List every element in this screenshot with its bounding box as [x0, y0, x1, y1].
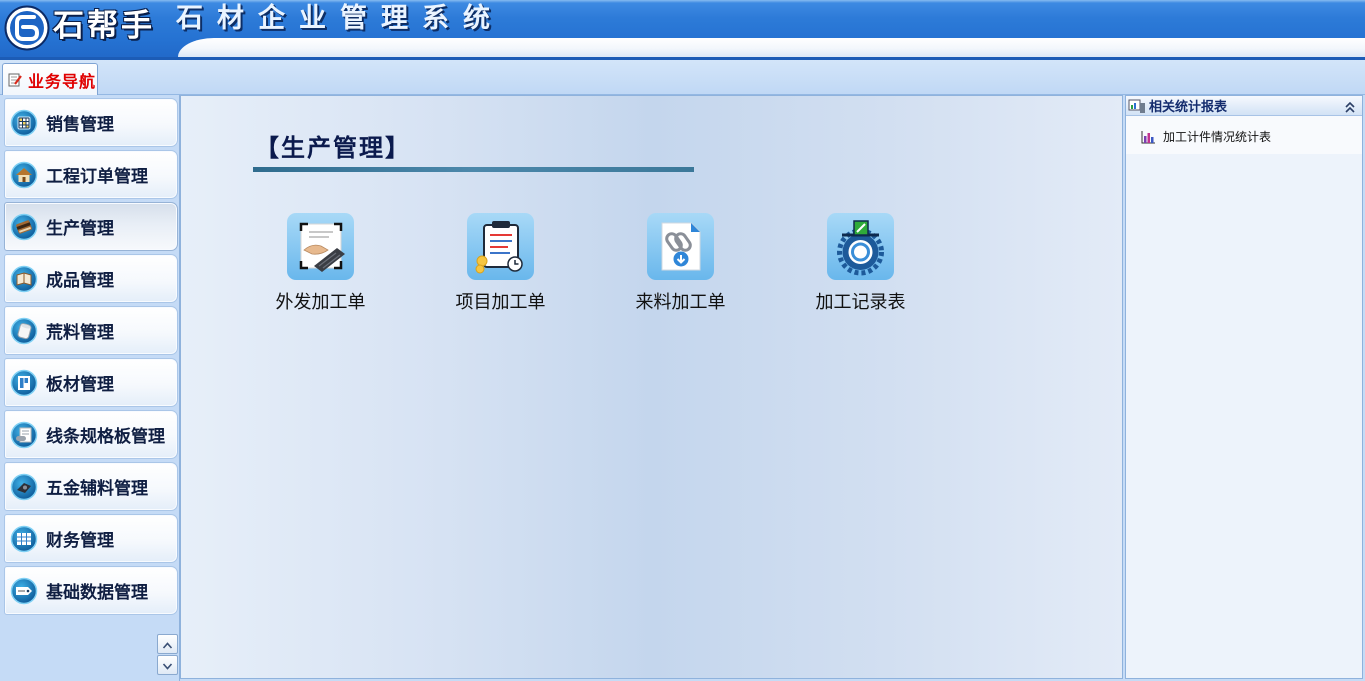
production-icon: [10, 213, 38, 241]
sidebar-item-project-orders[interactable]: 工程订单管理: [4, 150, 178, 199]
sidebar-scroll-up-button[interactable]: [157, 634, 178, 654]
shortcut-label: 项目加工单: [455, 292, 546, 313]
processing-record-icon: [827, 213, 894, 280]
sidebar-item-finished-goods[interactable]: 成品管理: [4, 254, 178, 303]
shortcut-label: 外发加工单: [275, 292, 366, 313]
tab-bar: 业务导航: [0, 60, 1365, 95]
app-window: 石帮手 石材企业管理系统 业务导航 销售管理 工程订单管理 生产管理 成品管理 …: [0, 0, 1365, 681]
title-underline: [253, 167, 694, 172]
outsource-processing-icon: [287, 213, 354, 280]
sidebar-item-label: 基础数据管理: [46, 583, 148, 603]
sidebar-item-mouldings[interactable]: 线条规格板管理: [4, 410, 178, 459]
sidebar-item-slabs[interactable]: 板材管理: [4, 358, 178, 407]
moulding-icon: [10, 421, 38, 449]
shortcut-incoming-processing[interactable]: 来料加工单: [620, 213, 741, 314]
basic-data-icon: [10, 577, 38, 605]
sidebar-item-label: 销售管理: [46, 115, 114, 135]
report-group-icon: [1128, 98, 1146, 114]
related-reports-panel: 相关统计报表 加工计件情况统计表: [1125, 95, 1363, 679]
sidebar: 销售管理 工程订单管理 生产管理 成品管理 荒料管理 板材管理 线条规格板管理 …: [0, 95, 180, 681]
bar-chart-icon: [1141, 129, 1156, 144]
logo-icon: [4, 5, 50, 51]
sidebar-item-label: 生产管理: [46, 219, 114, 239]
incoming-processing-icon: [647, 213, 714, 280]
panel-title: 相关统计报表: [1149, 100, 1228, 115]
sidebar-item-label: 荒料管理: [46, 323, 114, 343]
finance-icon: [10, 525, 38, 553]
raw-block-icon: [10, 317, 38, 345]
chevron-down-icon: [162, 656, 173, 675]
tab-business-navigation[interactable]: 业务导航: [2, 63, 98, 95]
sidebar-item-label: 财务管理: [46, 531, 114, 551]
brand-name: 石帮手: [53, 8, 155, 44]
sidebar-item-hardware[interactable]: 五金辅料管理: [4, 462, 178, 511]
header-banner: 石帮手 石材企业管理系统: [0, 0, 1365, 60]
shortcut-outsource-processing[interactable]: 外发加工单: [260, 213, 381, 314]
sidebar-item-sales[interactable]: 销售管理: [4, 98, 178, 147]
sidebar-item-label: 五金辅料管理: [46, 479, 148, 499]
shortcut-label: 加工记录表: [815, 292, 906, 313]
chevron-up-icon: [162, 635, 173, 654]
shortcut-processing-record[interactable]: 加工记录表: [800, 213, 921, 314]
header-swoosh: [178, 38, 1365, 57]
sidebar-item-production[interactable]: 生产管理: [4, 202, 178, 251]
shortcut-project-processing[interactable]: 项目加工单: [440, 213, 561, 314]
report-label: 加工计件情况统计表: [1163, 129, 1272, 144]
sidebar-item-finance[interactable]: 财务管理: [4, 514, 178, 563]
sidebar-item-label: 板材管理: [46, 375, 114, 395]
app-title: 石材企业管理系统: [176, 3, 504, 34]
panel-header: 相关统计报表: [1126, 96, 1362, 116]
sidebar-scroll-down-button[interactable]: [157, 655, 178, 675]
slab-icon: [10, 369, 38, 397]
sidebar-item-basic-data[interactable]: 基础数据管理: [4, 566, 178, 615]
sidebar-item-label: 成品管理: [46, 271, 114, 291]
sidebar-item-label: 线条规格板管理: [46, 427, 165, 447]
sales-icon: [10, 109, 38, 137]
sidebar-item-raw-blocks[interactable]: 荒料管理: [4, 306, 178, 355]
report-link-piecework-stats[interactable]: 加工计件情况统计表: [1126, 121, 1362, 151]
hardware-icon: [10, 473, 38, 501]
page-title: 【生产管理】: [255, 133, 411, 162]
shortcut-label: 来料加工单: [635, 292, 726, 313]
project-processing-icon: [467, 213, 534, 280]
sidebar-item-label: 工程订单管理: [46, 167, 148, 187]
notepad-icon: [7, 72, 23, 88]
main-content: 【生产管理】 外发加工单 项目加工单 来料加工单 加工记录表: [180, 95, 1123, 679]
tab-label: 业务导航: [28, 71, 97, 91]
finished-goods-icon: [10, 265, 38, 293]
double-chevron-up-icon[interactable]: [1344, 99, 1356, 113]
project-order-icon: [10, 161, 38, 189]
report-list: 加工计件情况统计表: [1126, 116, 1362, 678]
